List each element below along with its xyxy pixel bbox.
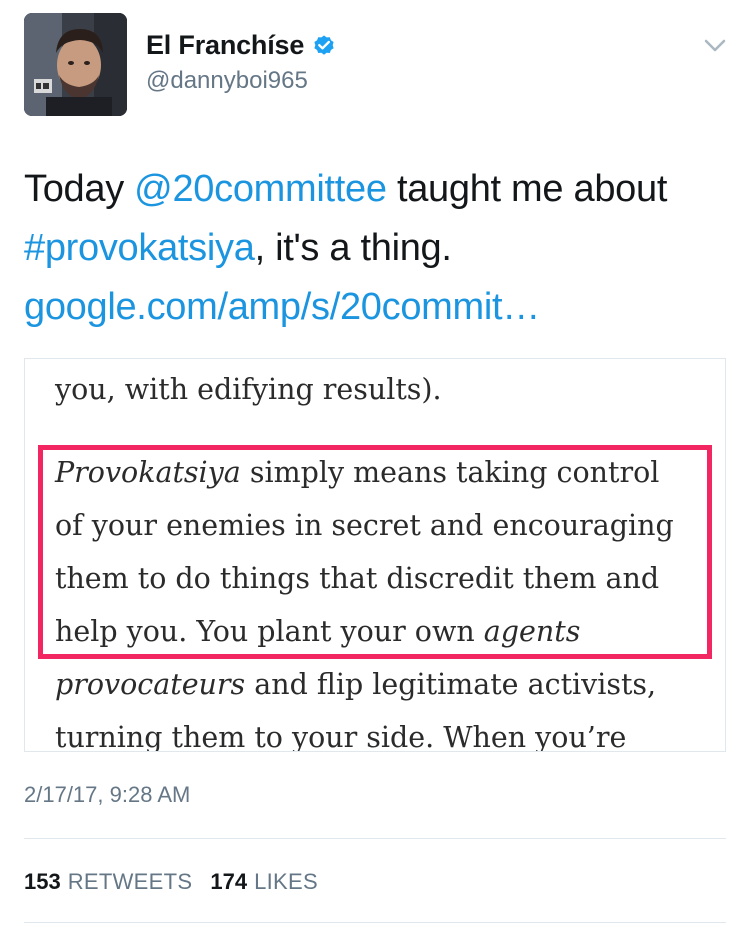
tweet-text-segment: taught me about [386,168,668,210]
profile-photo-icon [24,13,127,116]
retweets-count[interactable]: 153 [24,869,61,895]
tweet-text-segment: Today [24,168,135,210]
mention-link[interactable]: @20committee [134,168,387,210]
tweet-header: El Franchíse @dannyboi965 [0,0,750,130]
verified-badge-icon [312,34,336,58]
article-line: you, with edifying results). [55,373,442,406]
divider [24,922,726,923]
attached-image[interactable]: you, with edifying results). Provokatsiy… [24,358,726,752]
likes-count[interactable]: 174 [210,869,247,895]
article-line: turning them to your side. When you’re [55,721,627,752]
avatar[interactable] [24,13,127,116]
url-link[interactable]: google.com/amp/s/20commit… [24,286,540,328]
author-name-row: El Franchíse [146,30,336,61]
highlight-box [38,445,712,659]
hashtag-link[interactable]: #provokatsiya [24,227,255,269]
retweets-label[interactable]: RETWEETS [68,869,193,895]
article-line: provocateurs and flip legitimate activis… [55,668,657,701]
likes-label[interactable]: LIKES [254,869,318,895]
display-name[interactable]: El Franchíse [146,30,304,61]
tweet-timestamp[interactable]: 2/17/17, 9:28 AM [24,782,190,808]
tweet-text-segment: , it's a thing. [254,227,452,269]
divider [24,838,726,839]
chevron-down-icon[interactable] [703,36,727,56]
tweet-stats: 153 RETWEETS 174 LIKES [24,869,336,895]
tweet-text: Today @20committee taught me about #prov… [24,160,734,337]
author-handle[interactable]: @dannyboi965 [146,67,308,95]
